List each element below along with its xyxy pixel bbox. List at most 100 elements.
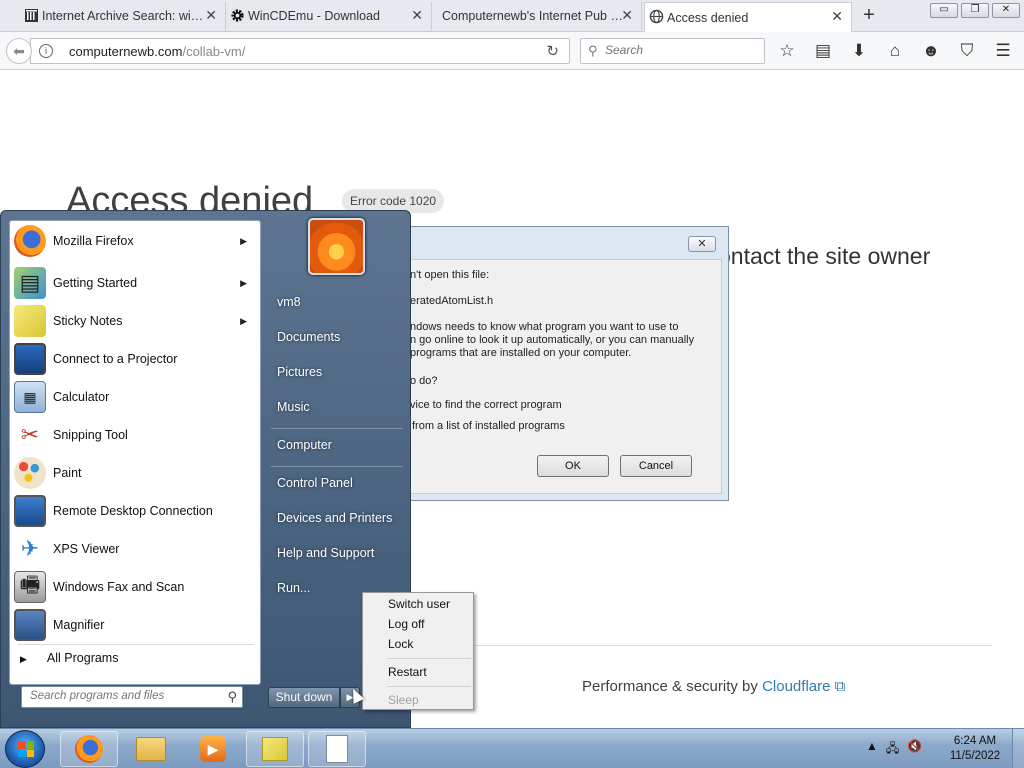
restore-button[interactable]: ❐ bbox=[961, 3, 989, 18]
close-window-button[interactable]: ✕ bbox=[992, 3, 1020, 18]
start-search-box[interactable]: ⚲ bbox=[21, 686, 243, 708]
divider bbox=[271, 428, 403, 429]
start-link-control-panel[interactable]: Control Panel bbox=[277, 476, 353, 490]
program-label: Calculator bbox=[53, 390, 110, 404]
start-link-computer[interactable]: Computer bbox=[277, 438, 332, 452]
info-icon[interactable]: i bbox=[39, 44, 53, 58]
start-menu: Mozilla Firefox ▶ ▤ Getting Started ▶ St… bbox=[0, 210, 411, 728]
browser-tab-bar: Internet Archive Search: wi… ✕ WinCDEmu … bbox=[0, 0, 1024, 32]
close-icon[interactable]: ✕ bbox=[621, 7, 633, 24]
external-link-icon[interactable]: ⧉ bbox=[835, 678, 846, 695]
dialog-close-button[interactable]: ✕ bbox=[688, 236, 716, 252]
start-link-devices-printers[interactable]: Devices and Printers bbox=[277, 511, 392, 525]
ok-button[interactable]: OK bbox=[537, 455, 609, 477]
gear-icon bbox=[230, 8, 245, 23]
shutdown-button[interactable]: Shut down bbox=[268, 687, 340, 708]
firefox-icon bbox=[75, 735, 103, 763]
program-item-calculator[interactable]: ▦ Calculator bbox=[14, 379, 257, 415]
smiley-icon[interactable]: ☻ bbox=[920, 40, 942, 62]
taskbar-media-player[interactable]: ▶ bbox=[184, 731, 242, 767]
option-web-service[interactable]: vice to find the correct program bbox=[410, 399, 562, 411]
start-link-documents[interactable]: Documents bbox=[277, 330, 340, 344]
start-link-pictures[interactable]: Pictures bbox=[277, 365, 322, 379]
menu-item-restart[interactable]: Restart bbox=[388, 665, 427, 679]
program-item-firefox[interactable]: Mozilla Firefox ▶ bbox=[14, 223, 257, 259]
search-icon: ⚲ bbox=[588, 43, 598, 58]
projector-icon bbox=[14, 343, 46, 375]
all-programs-item[interactable]: ▶ All Programs bbox=[20, 651, 118, 665]
program-item-projector[interactable]: Connect to a Projector bbox=[14, 341, 257, 377]
divider bbox=[387, 686, 471, 687]
program-item-snipping-tool[interactable]: ✂ Snipping Tool bbox=[14, 417, 257, 453]
show-hidden-icons-icon[interactable]: ▲ bbox=[866, 739, 878, 760]
magnifier-icon bbox=[14, 609, 46, 641]
search-input[interactable] bbox=[605, 43, 755, 57]
close-icon[interactable]: ✕ bbox=[411, 7, 423, 24]
network-icon[interactable]: 🖧 bbox=[886, 739, 899, 760]
program-label: Snipping Tool bbox=[53, 428, 128, 442]
media-player-icon: ▶ bbox=[200, 736, 226, 762]
reload-icon[interactable]: ↻ bbox=[546, 42, 559, 60]
home-icon[interactable]: ⌂ bbox=[884, 40, 906, 62]
program-item-getting-started[interactable]: ▤ Getting Started ▶ bbox=[14, 265, 257, 301]
close-icon[interactable]: ✕ bbox=[205, 7, 217, 24]
tab-computernewb[interactable]: Computernewb's Internet Pub … ✕ bbox=[432, 2, 642, 30]
volume-muted-icon[interactable]: 🔇 bbox=[907, 739, 922, 760]
search-icon[interactable]: ⚲ bbox=[227, 689, 237, 705]
program-item-remote-desktop[interactable]: Remote Desktop Connection bbox=[14, 493, 257, 529]
calculator-icon: ▦ bbox=[14, 381, 46, 413]
search-box[interactable]: ⚲ bbox=[580, 38, 765, 64]
star-icon[interactable]: ☆ bbox=[776, 40, 798, 62]
start-link-help-support[interactable]: Help and Support bbox=[277, 546, 374, 560]
program-item-magnifier[interactable]: Magnifier bbox=[14, 607, 257, 643]
sticky-notes-icon bbox=[262, 737, 288, 761]
address-bar[interactable]: i computernewb.com/collab-vm/ ↻ bbox=[30, 38, 570, 64]
divider bbox=[271, 466, 403, 467]
program-item-sticky-notes[interactable]: Sticky Notes ▶ bbox=[14, 303, 257, 339]
start-link-user[interactable]: vm8 bbox=[277, 295, 301, 309]
program-item-paint[interactable]: Paint bbox=[14, 455, 257, 491]
menu-item-log-off[interactable]: Log off bbox=[388, 617, 424, 631]
back-button[interactable]: ⬅ bbox=[6, 38, 32, 64]
archive-icon bbox=[24, 8, 39, 23]
tab-internet-archive[interactable]: Internet Archive Search: wi… ✕ bbox=[20, 2, 226, 30]
clock[interactable]: 6:24 AM 11/5/2022 bbox=[940, 734, 1010, 764]
menu-item-lock[interactable]: Lock bbox=[388, 637, 413, 651]
show-desktop-button[interactable] bbox=[1012, 729, 1024, 768]
pocket-icon[interactable]: ⛉ bbox=[956, 40, 978, 62]
url-domain: computernewb.com bbox=[69, 44, 183, 59]
globe-icon bbox=[649, 9, 664, 24]
all-programs-label: All Programs bbox=[46, 651, 119, 665]
taskbar-explorer[interactable] bbox=[122, 731, 180, 767]
clock-time: 6:24 AM bbox=[953, 735, 997, 747]
tab-access-denied[interactable]: Access denied ✕ bbox=[644, 2, 852, 32]
minimize-button[interactable]: ▭ bbox=[930, 3, 958, 18]
taskbar-sticky-notes[interactable] bbox=[246, 731, 304, 767]
start-link-music[interactable]: Music bbox=[277, 400, 310, 414]
taskbar-firefox[interactable] bbox=[60, 731, 118, 767]
reader-icon[interactable]: ▤ bbox=[812, 40, 834, 62]
cancel-button[interactable]: Cancel bbox=[620, 455, 692, 477]
folder-icon bbox=[136, 737, 166, 761]
divider bbox=[387, 658, 471, 659]
program-label: Magnifier bbox=[53, 618, 105, 632]
close-icon[interactable]: ✕ bbox=[831, 8, 843, 25]
menu-icon[interactable]: ☰ bbox=[992, 40, 1014, 62]
divider bbox=[18, 644, 254, 645]
taskbar-document[interactable] bbox=[308, 731, 366, 767]
new-tab-button[interactable]: + bbox=[860, 4, 878, 26]
menu-item-switch-user[interactable]: Switch user bbox=[388, 597, 450, 611]
dialog-question: o do? bbox=[410, 375, 438, 387]
program-label: Remote Desktop Connection bbox=[53, 504, 213, 518]
tab-wincdemu[interactable]: WinCDEmu - Download ✕ bbox=[226, 2, 432, 30]
option-select-program[interactable]: from a list of installed programs bbox=[412, 420, 565, 432]
start-link-run[interactable]: Run... bbox=[277, 581, 310, 595]
start-search-input[interactable] bbox=[30, 690, 220, 702]
program-item-xps-viewer[interactable]: ✈ XPS Viewer bbox=[14, 531, 257, 567]
arrow-right-icon: ▶ bbox=[20, 654, 27, 664]
user-picture-avatar[interactable] bbox=[308, 218, 365, 275]
start-button[interactable] bbox=[5, 730, 45, 768]
cloudflare-link[interactable]: Cloudflare bbox=[762, 678, 830, 695]
download-icon[interactable]: ⬇ bbox=[848, 40, 870, 62]
program-item-fax-scan[interactable]: 🖷 Windows Fax and Scan bbox=[14, 569, 257, 605]
